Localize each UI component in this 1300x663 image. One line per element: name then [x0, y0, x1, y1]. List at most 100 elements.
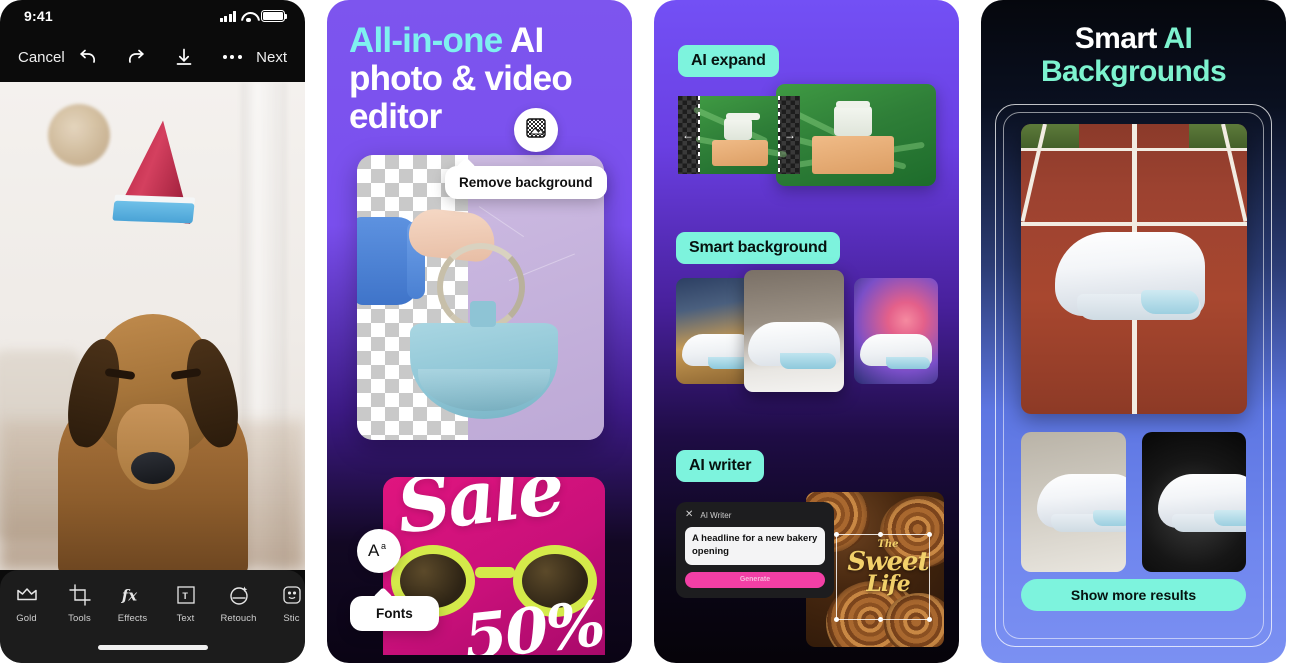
smart-background-demo	[676, 270, 938, 392]
wifi-icon	[241, 11, 256, 23]
tool-strip[interactable]: Gold Tools fx Effects T Text Retouch Sti…	[0, 570, 305, 624]
more-options-icon[interactable]	[221, 46, 243, 68]
toolbar-label: Effects	[117, 613, 148, 624]
party-hat-band	[111, 200, 195, 224]
remove-background-chip[interactable]	[514, 108, 558, 152]
home-indicator	[97, 645, 208, 650]
editor-bottom-toolbar: Gold Tools fx Effects T Text Retouch Sti…	[0, 570, 305, 663]
font-aa-icon: A a	[367, 538, 391, 565]
screenshot-panel-smart-ai-backgrounds: Smart AI Backgrounds Show more results	[981, 0, 1286, 663]
cancel-button[interactable]: Cancel	[18, 49, 65, 66]
screenshot-panel-ai-features: AI expand ← → Smart background AI writer…	[654, 0, 959, 663]
dog-snout	[116, 404, 189, 490]
grass-right	[1189, 124, 1247, 148]
app-store-screenshot-gallery: 9:41 Cancel Next Gold Tools fx Effects T…	[0, 0, 1300, 663]
hero-result-track[interactable]	[1021, 124, 1247, 414]
screenshot-panel-phone-editor: 9:41 Cancel Next Gold Tools fx Effects T…	[0, 0, 305, 663]
sneaker-air-unit	[1213, 510, 1246, 526]
fonts-tooltip-label: Fonts	[376, 606, 413, 621]
face-retouch-icon	[227, 584, 251, 606]
original-image-with-transparency: ← →	[678, 96, 800, 174]
bakery-overlay-line3: Life	[866, 571, 910, 598]
screenshot-panel-all-in-one: All-in-one AI photo & video editor Remov…	[327, 0, 632, 663]
lane-line-mid	[1021, 222, 1247, 226]
photo-canvas[interactable]	[0, 82, 305, 570]
fonts-tooltip: Fonts	[350, 596, 439, 631]
toolbar-item-gold[interactable]: Gold	[0, 584, 53, 624]
results-row	[1021, 432, 1246, 572]
original-green-area	[692, 96, 788, 174]
ai-writer-header-label: AI Writer	[700, 510, 732, 520]
fx-icon: fx	[121, 584, 145, 606]
toolbar-label: Stic	[283, 613, 300, 624]
status-bar: 9:41	[0, 0, 305, 32]
result-sneaker-light	[1037, 474, 1126, 532]
badge-smart-background: Smart background	[676, 232, 841, 264]
dog-subject	[38, 246, 268, 570]
close-icon[interactable]: ✕	[685, 510, 693, 520]
toolbar-item-effects[interactable]: fx Effects	[106, 584, 159, 624]
toolbar-label: Text	[176, 613, 195, 624]
badge-ai-expand-label: AI expand	[691, 52, 766, 69]
smart-ai-title-white: Smart	[1074, 22, 1164, 55]
fonts-chip[interactable]: A a	[357, 529, 401, 573]
dog-nose	[130, 452, 175, 484]
sticker-icon	[280, 584, 304, 606]
undo-icon[interactable]	[77, 46, 99, 68]
promo-title-line3: editor	[349, 96, 442, 136]
bakery-text-overlay: The Sweet Life	[840, 540, 936, 595]
status-time: 9:41	[24, 8, 53, 24]
badge-ai-writer-label: AI writer	[689, 457, 752, 474]
sunglass-bridge	[475, 567, 515, 578]
hero-sneaker	[1055, 232, 1205, 320]
generate-button[interactable]: Generate	[685, 571, 825, 588]
download-icon[interactable]	[173, 46, 195, 68]
ai-writer-prompt-input[interactable]: A headline for a new bakery opening	[685, 527, 825, 565]
show-more-results-button[interactable]: Show more results	[1021, 579, 1246, 611]
next-button[interactable]: Next	[256, 49, 287, 66]
redo-icon[interactable]	[125, 46, 147, 68]
smart-ai-title-line2: Backgrounds	[1040, 55, 1227, 88]
battery-icon	[261, 10, 288, 22]
toolbar-item-retouch[interactable]: Retouch	[212, 584, 265, 624]
remove-background-tooltip-label: Remove background	[459, 175, 593, 190]
remove-background-icon	[525, 117, 547, 144]
toolbar-item-stickers[interactable]: Stic	[265, 584, 305, 624]
sneaker	[860, 334, 932, 369]
sale-text-overlay: Sale	[392, 477, 567, 551]
smart-ai-title: Smart AI Backgrounds	[981, 0, 1286, 88]
svg-text:a: a	[381, 541, 386, 551]
svg-text:T: T	[182, 591, 188, 601]
expand-arrow-right-icon: →	[784, 128, 796, 142]
svg-text:A: A	[368, 541, 380, 560]
ai-writer-panel-header: ✕ AI Writer	[685, 510, 825, 520]
sneaker-air-unit	[1141, 290, 1199, 314]
ai-writer-panel: ✕ AI Writer A headline for a new bakery …	[676, 502, 834, 598]
smart-bg-variant-sunset	[854, 278, 938, 384]
result-card-light[interactable]	[1021, 432, 1126, 572]
toolbar-label: Gold	[16, 613, 37, 624]
remove-background-tooltip: Remove background	[445, 166, 607, 199]
ai-expand-demo: ← →	[678, 84, 936, 186]
smart-bg-variant-studio	[744, 270, 844, 392]
status-icons	[219, 10, 288, 23]
text-box-icon: T	[174, 584, 198, 606]
wall-plate-decor	[48, 104, 110, 166]
result-card-dark[interactable]	[1141, 432, 1246, 572]
promo-title-rest: AI	[502, 21, 544, 60]
toolbar-item-tools[interactable]: Tools	[53, 584, 106, 624]
crop-icon	[68, 584, 92, 606]
promo-heading-block: All-in-one AI photo & video editor	[327, 0, 632, 135]
editor-top-bar: Cancel Next	[0, 32, 305, 82]
sneaker	[748, 322, 840, 369]
toolbar-item-text[interactable]: T Text	[159, 584, 212, 624]
editor-tool-icons	[77, 46, 243, 68]
crown-icon	[15, 584, 39, 606]
lane-line-top	[1021, 148, 1247, 151]
promo-title-highlight: All-in-one	[349, 21, 503, 60]
expand-arrow-left-icon: ←	[682, 128, 694, 142]
expanded-image	[776, 84, 936, 186]
smart-ai-title-mint: AI	[1163, 22, 1193, 55]
badge-ai-expand: AI expand	[678, 45, 779, 77]
ai-writer-demo: The Sweet Life ✕ AI Writer A headline fo…	[676, 478, 944, 650]
